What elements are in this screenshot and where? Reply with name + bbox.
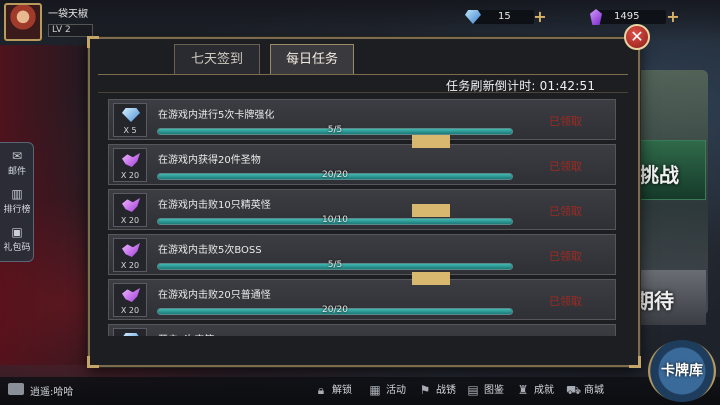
purple-crystal-icon (122, 243, 140, 257)
row-separator-marker (412, 272, 450, 285)
reward-quantity: X 20 (120, 171, 140, 180)
purple-crystal-icon (122, 198, 140, 212)
side-item-ranking[interactable]: ▥ 排行榜 (0, 188, 34, 215)
dialog-corner (629, 356, 641, 368)
nav-label: 商城 (584, 385, 604, 396)
claimed-status: 已领取 (549, 295, 582, 308)
card-library-button[interactable]: 卡牌库 (648, 340, 716, 402)
codex-icon: ▤ (467, 383, 479, 397)
progress-text: 10/10 (322, 215, 348, 225)
chat-message[interactable]: 逍遥:哈哈 (30, 383, 73, 398)
progress-text: 20/20 (322, 170, 348, 180)
battle-icon: ⚑ (419, 383, 431, 397)
nav-codex[interactable]: ▤ 图鉴 (466, 382, 504, 400)
claimed-status: 已领取 (549, 250, 582, 263)
player-avatar[interactable] (4, 3, 42, 41)
top-bar: 一袋天椒 LV 2 15 + 1495 + (0, 0, 720, 42)
task-title: 在游戏内击败5次BOSS (158, 245, 262, 256)
task-row: X 20 在游戏内击败5次BOSS 5/5 已领取 (108, 234, 616, 275)
add-crystal-button[interactable]: + (666, 9, 680, 25)
reward-quantity: X 20 (120, 261, 140, 270)
reward-slot[interactable]: X 20 (113, 193, 147, 227)
dialog-corner (87, 356, 99, 368)
countdown-divider (98, 92, 628, 93)
bottom-bar: 逍遥:哈哈 🔒︎ 解锁 ▦ 活动 ⚑ 战锈 ▤ 图鉴 ♜ 成就 ⛟ 商城 (0, 377, 720, 405)
ranking-icon: ▥ (11, 187, 23, 201)
add-diamond-button[interactable]: + (533, 9, 547, 25)
task-row: 开启1次宝箱 (108, 324, 616, 336)
side-menu: ✉ 邮件 ▥ 排行榜 ▣ 礼包码 (0, 142, 34, 262)
task-progress-bar: 20/20 (157, 305, 513, 315)
crystal-value: 1495 (614, 11, 640, 22)
nav-label: 成就 (534, 385, 554, 396)
task-list[interactable]: X 5 在游戏内进行5次卡牌强化 5/5 已领取 X 20 在游戏内获得20件圣物 20/2… (108, 96, 616, 336)
reward-quantity: X 5 (123, 126, 137, 135)
task-title: 开启1次宝箱 (158, 331, 214, 336)
lock-icon: 🔒︎ (317, 383, 325, 397)
claimed-status: 已领取 (549, 160, 582, 173)
task-title: 在游戏内获得20件圣物 (158, 155, 261, 166)
tab-daily-tasks[interactable]: 每日任务 (270, 44, 354, 75)
task-title: 在游戏内进行5次卡牌强化 (158, 110, 275, 121)
task-title: 在游戏内击败10只精英怪 (158, 200, 271, 211)
dialog-corner (87, 36, 99, 48)
diamond-icon (122, 333, 140, 336)
diamond-icon (122, 108, 140, 122)
claimed-status: 已领取 (549, 115, 582, 128)
activity-icon: ▦ (369, 383, 381, 397)
nav-label: 解锁 (332, 385, 352, 396)
achievement-icon: ♜ (517, 383, 529, 397)
task-progress-bar: 10/10 (157, 215, 513, 225)
progress-text: 5/5 (327, 125, 343, 135)
tab-divider (98, 74, 628, 75)
claimed-status: 已领取 (549, 205, 582, 218)
row-separator-marker (412, 204, 450, 217)
gift-code-icon: ▣ (11, 225, 23, 239)
nav-achievement[interactable]: ♜ 成就 (516, 382, 554, 400)
task-row: X 20 在游戏内击败20只普通怪 20/20 已领取 (108, 279, 616, 320)
task-progress-bar: 20/20 (157, 170, 513, 180)
close-icon: ✕ (630, 27, 644, 46)
nav-label: 图鉴 (484, 385, 504, 396)
reward-quantity: X 20 (120, 306, 140, 315)
challenge-label: 挑战 (639, 163, 679, 187)
nav-battle[interactable]: ⚑ 战锈 (418, 382, 456, 400)
expect-label: 期待 (634, 289, 674, 313)
task-row: X 20 在游戏内击败10只精英怪 10/10 已领取 (108, 189, 616, 230)
nav-activity[interactable]: ▦ 活动 (368, 382, 406, 400)
nav-shop[interactable]: ⛟ 商城 (566, 382, 604, 400)
tab-seven-day-signin[interactable]: 七天签到 (174, 44, 260, 75)
purple-crystal-icon (122, 288, 140, 302)
chat-icon[interactable] (8, 383, 24, 395)
progress-text: 5/5 (327, 260, 343, 270)
diamond-currency: 15 + (462, 8, 550, 26)
task-row: X 20 在游戏内获得20件圣物 20/20 已领取 (108, 144, 616, 185)
close-button[interactable]: ✕ (624, 24, 650, 50)
task-progress-bar: 5/5 (157, 125, 513, 135)
reward-slot[interactable]: X 20 (113, 148, 147, 182)
task-title: 在游戏内击败20只普通怪 (158, 290, 271, 301)
row-separator-marker (412, 135, 450, 148)
reward-slot[interactable]: X 20 (113, 238, 147, 272)
task-progress-bar: 5/5 (157, 260, 513, 270)
progress-text: 20/20 (322, 305, 348, 315)
side-item-gift-code[interactable]: ▣ 礼包码 (0, 226, 34, 253)
side-item-label: 排行榜 (3, 205, 31, 215)
shop-cart-icon: ⛟ (566, 383, 582, 397)
player-name: 一袋天椒 (48, 9, 88, 20)
nav-label: 战锈 (436, 385, 456, 396)
reward-slot[interactable]: X 5 (113, 103, 147, 137)
reward-slot[interactable] (113, 328, 147, 336)
side-item-label: 礼包码 (3, 243, 31, 253)
side-item-mail[interactable]: ✉ 邮件 (0, 150, 34, 177)
nav-label: 活动 (386, 385, 406, 396)
task-row: X 5 在游戏内进行5次卡牌强化 5/5 已领取 (108, 99, 616, 140)
mail-icon: ✉ (11, 149, 23, 163)
reward-quantity: X 20 (120, 216, 140, 225)
reward-slot[interactable]: X 20 (113, 283, 147, 317)
purple-crystal-icon (122, 153, 140, 167)
diamond-value: 15 (498, 11, 511, 22)
nav-unlock[interactable]: 🔒︎ 解锁 (314, 382, 352, 400)
side-item-label: 邮件 (7, 167, 26, 177)
